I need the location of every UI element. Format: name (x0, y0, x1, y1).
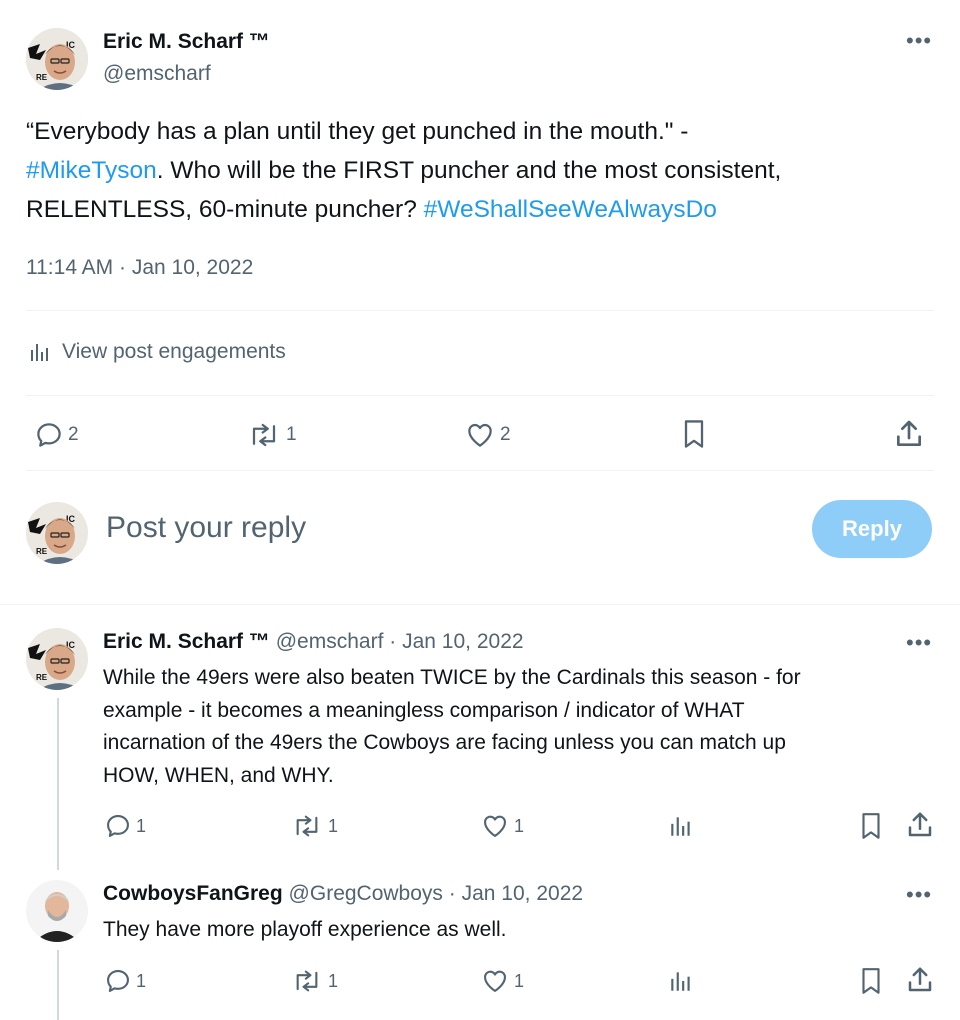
avatar-image: IC RE (26, 28, 88, 90)
share-icon (897, 420, 921, 446)
svg-text:RE: RE (36, 673, 48, 682)
repost-action[interactable]: 1 (290, 967, 338, 995)
author-name[interactable]: Eric M. Scharf ™ (103, 30, 270, 54)
view-engagements-label: View post engagements (62, 340, 286, 363)
svg-text:RE: RE (36, 73, 48, 82)
post-text: “Everybody has a plan until they get pun… (26, 112, 926, 229)
like-action[interactable]: 1 (480, 812, 524, 840)
bookmark-action[interactable] (680, 418, 708, 450)
reply-author-avatar[interactable] (26, 880, 88, 942)
heart-icon (468, 423, 492, 447)
analytics-icon (31, 344, 48, 361)
post-text-line-3: RELENTLESS, 60-minute puncher? #WeShallS… (26, 190, 926, 229)
repost-count: 1 (328, 970, 339, 991)
reply-count: 2 (68, 424, 79, 445)
post-text-line-2: #MikeTyson. Who will be the FIRST punche… (26, 151, 926, 190)
reply-header: Eric M. Scharf ™ @emscharf · Jan 10, 202… (103, 630, 524, 654)
svg-text:RE: RE (36, 547, 48, 556)
bookmark-icon (862, 968, 880, 994)
share-action[interactable] (905, 965, 935, 995)
like-count: 1 (514, 815, 525, 836)
repost-icon (296, 970, 318, 992)
reply-count: 1 (136, 970, 147, 991)
author-avatar[interactable]: IC RE (26, 28, 88, 90)
reply-author-handle[interactable]: @GregCowboys (289, 882, 443, 905)
reply-author-name[interactable]: CowboysFanGreg (103, 882, 283, 905)
like-action[interactable]: 2 (464, 420, 511, 450)
bookmark-icon (862, 813, 880, 839)
repost-count: 1 (286, 424, 297, 445)
section-divider (0, 604, 960, 605)
reply-icon (37, 423, 61, 447)
analytics-icon (671, 972, 690, 991)
reply-input[interactable]: Post your reply (106, 511, 786, 545)
share-action[interactable] (905, 810, 935, 840)
views-action[interactable] (668, 967, 694, 995)
repost-count: 1 (328, 815, 339, 836)
post-text-segment: . Who will be the FIRST puncher and the … (156, 157, 782, 184)
more-icon[interactable]: ••• (906, 884, 932, 906)
bookmark-icon (684, 420, 704, 448)
reply-count: 1 (136, 815, 147, 836)
reply-text-line: While the 49ers were also beaten TWICE b… (103, 666, 801, 689)
separator-dot: · (389, 630, 397, 653)
hashtag-we-shall-see[interactable]: #WeShallSeeWeAlwaysDo (424, 196, 717, 223)
analytics-icon (671, 817, 690, 836)
thread-line (57, 950, 59, 1020)
reply-button[interactable]: Reply (812, 500, 932, 558)
reply-text-line: They have more playoff experience as wel… (103, 918, 507, 941)
reply-author-name[interactable]: Eric M. Scharf ™ (103, 630, 270, 653)
repost-icon (296, 815, 318, 837)
avatar-image (26, 880, 88, 942)
repost-action[interactable]: 1 (246, 420, 297, 450)
heart-icon (484, 815, 506, 837)
separator-dot: · (448, 882, 456, 905)
divider (26, 310, 934, 311)
reply-date[interactable]: Jan 10, 2022 (462, 882, 583, 905)
more-icon[interactable]: ••• (906, 30, 932, 52)
post-timestamp[interactable]: 11:14 AM · Jan 10, 2022 (26, 256, 253, 280)
composer-avatar: IC RE (26, 502, 88, 564)
like-count: 2 (500, 424, 511, 445)
share-action[interactable] (893, 418, 925, 450)
reply-icon (107, 970, 129, 992)
bookmark-action[interactable] (858, 966, 884, 996)
reply-text: While the 49ers were also beaten TWICE b… (103, 662, 933, 792)
heart-icon (484, 970, 506, 992)
reply-icon (107, 815, 129, 837)
thread-line (57, 698, 59, 870)
post-text-line-1: “Everybody has a plan until they get pun… (26, 118, 689, 145)
reply-text: They have more playoff experience as wel… (103, 914, 933, 947)
hashtag-mike-tyson[interactable]: #MikeTyson (26, 157, 157, 184)
reply-action[interactable]: 1 (104, 812, 146, 840)
like-action[interactable]: 1 (480, 967, 524, 995)
avatar-image: IC RE (26, 502, 88, 564)
view-engagements-link[interactable]: View post engagements (28, 340, 286, 364)
like-count: 1 (514, 970, 525, 991)
repost-action[interactable]: 1 (290, 812, 338, 840)
reply-text-line: incarnation of the 49ers the Cowboys are… (103, 731, 786, 754)
post-text-segment: RELENTLESS, 60-minute puncher? (26, 196, 424, 223)
more-icon[interactable]: ••• (906, 632, 932, 654)
reply-date[interactable]: Jan 10, 2022 (402, 630, 523, 653)
bookmark-action[interactable] (858, 811, 884, 841)
divider (26, 470, 934, 471)
views-action[interactable] (668, 812, 694, 840)
divider (26, 395, 934, 396)
reply-text-line: example - it becomes a meaningless compa… (103, 698, 745, 722)
share-icon (908, 967, 932, 992)
reply-author-avatar[interactable]: IC RE (26, 628, 88, 690)
share-icon (908, 812, 932, 837)
avatar-image: IC RE (26, 628, 88, 690)
author-handle[interactable]: @emscharf (103, 62, 211, 86)
reply-action[interactable]: 1 (104, 967, 146, 995)
reply-author-handle[interactable]: @emscharf (276, 630, 384, 653)
reply-action[interactable]: 2 (34, 420, 79, 450)
repost-icon (252, 423, 276, 447)
reply-header: CowboysFanGreg @GregCowboys · Jan 10, 20… (103, 882, 583, 906)
reply-text-line: HOW, WHEN, and WHY. (103, 763, 334, 787)
